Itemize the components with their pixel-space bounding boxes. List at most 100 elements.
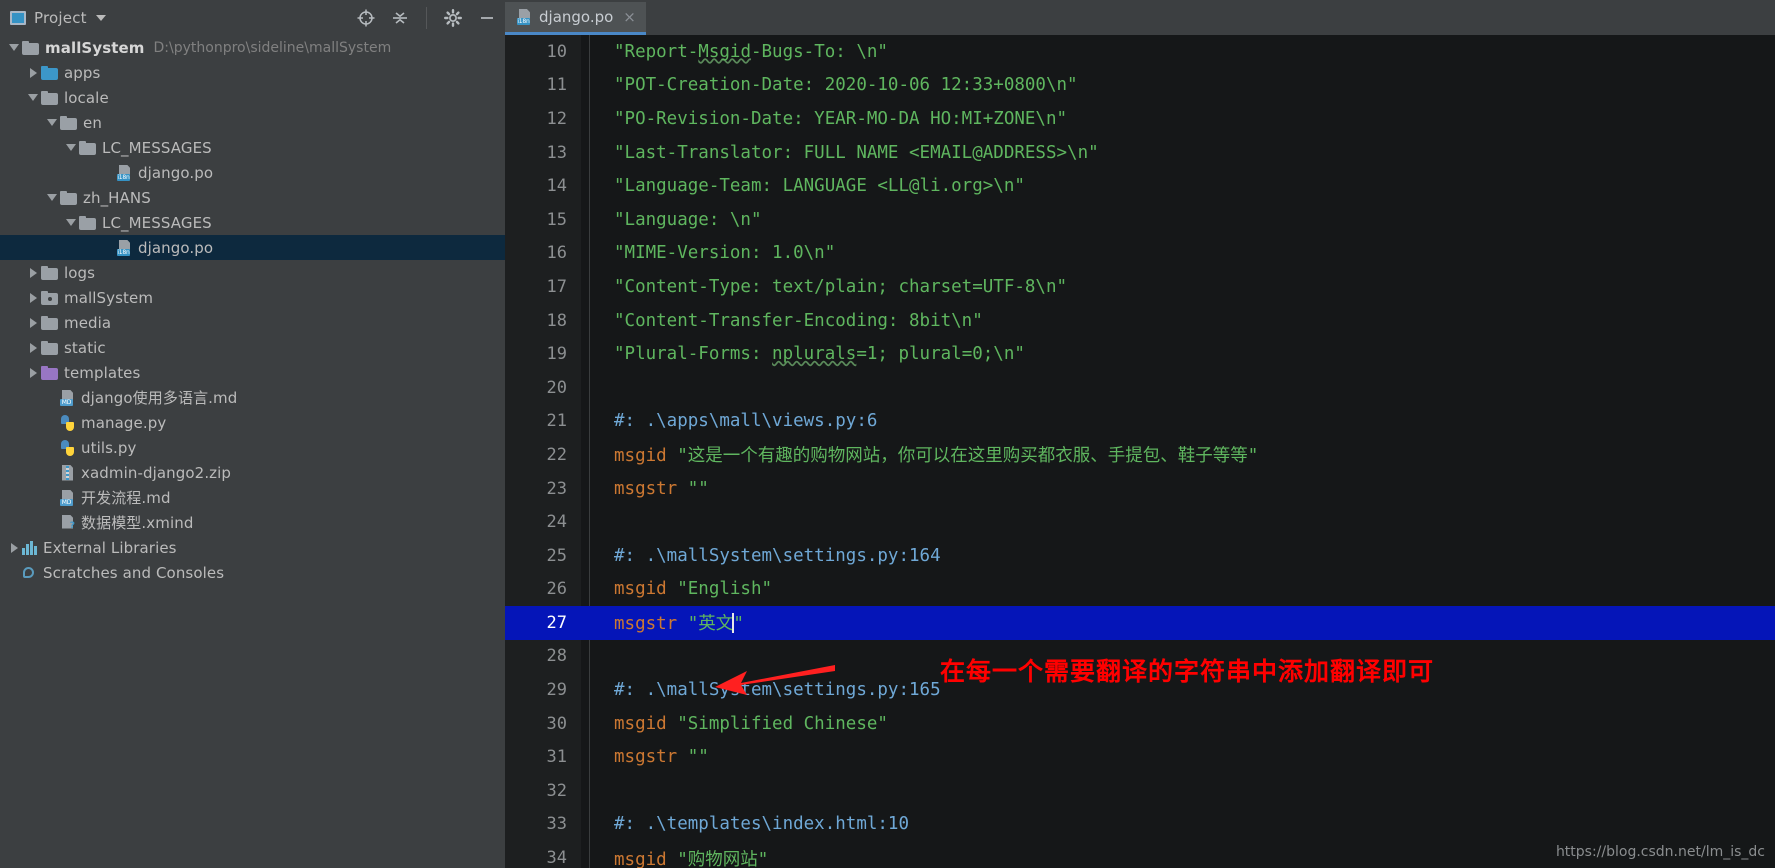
chevron-right-icon[interactable] (25, 340, 41, 356)
tree-item-django.md[interactable]: MD django使用多语言.md (0, 385, 505, 410)
chevron-right-icon[interactable] (25, 365, 41, 381)
tree-item-django.po[interactable]: i18n django.po (0, 235, 505, 260)
line-number: 26 (546, 579, 567, 600)
python-file-icon (60, 439, 75, 456)
code-line[interactable]: 13 "Last-Translator: FULL NAME <EMAIL@ADD… (505, 136, 1775, 170)
tree-item-django.po[interactable]: i18n django.po (0, 160, 505, 185)
tree-item-static[interactable]: static (0, 335, 505, 360)
tree-item-label: mallSystem (45, 38, 145, 57)
library-icon (22, 540, 37, 555)
chevron-right-icon[interactable] (25, 265, 41, 281)
ide-window: Project i18n django.po × mallSystem D:\p… (0, 0, 1775, 868)
code-line[interactable]: 11 "POT-Creation-Date: 2020-10-06 12:33+0… (505, 69, 1775, 103)
code-line[interactable]: 17 "Content-Type: text/plain; charset=UTF… (505, 270, 1775, 304)
chevron-right-icon[interactable] (25, 65, 41, 81)
code-line[interactable]: 31 msgstr "" (505, 740, 1775, 774)
chevron-down-icon[interactable] (63, 140, 79, 156)
tree-item-logs[interactable]: logs (0, 260, 505, 285)
chevron-right-icon[interactable] (6, 540, 22, 556)
project-panel-header: Project (0, 0, 505, 35)
code-line[interactable]: 16 "MIME-Version: 1.0\n" (505, 237, 1775, 271)
code-text: "Content-Transfer-Encoding: 8bit\n" (581, 311, 983, 331)
tree-item-label: logs (64, 263, 96, 282)
tree-item-LC_MESSAGES[interactable]: LC_MESSAGES (0, 135, 505, 160)
tree-item-xadmin-django2.zip[interactable]: xadmin-django2.zip (0, 460, 505, 485)
collapse-all-icon[interactable] (390, 8, 410, 28)
tree-item-LC_MESSAGES[interactable]: LC_MESSAGES (0, 210, 505, 235)
chevron-down-icon[interactable] (25, 90, 41, 106)
code-line[interactable]: 14 "Language-Team: LANGUAGE <LL@li.org>\n… (505, 169, 1775, 203)
gear-icon[interactable] (443, 8, 463, 28)
line-number: 29 (546, 680, 567, 701)
tree-item-mallSystem[interactable]: mallSystem D:\pythonpro\sideline\mallSyst… (0, 35, 505, 60)
tree-item-manage.py[interactable]: manage.py (0, 410, 505, 435)
code-line[interactable]: 30 msgid "Simplified Chinese" (505, 707, 1775, 741)
code-line[interactable]: 12 "PO-Revision-Date: YEAR-MO-DA HO:MI+ZO… (505, 102, 1775, 136)
chevron-down-icon[interactable] (44, 190, 60, 206)
code-line[interactable]: 20 (505, 371, 1775, 405)
tree-item-media[interactable]: media (0, 310, 505, 335)
folder-icon (22, 40, 39, 55)
tree-item-utils.py[interactable]: utils.py (0, 435, 505, 460)
code-text: "POT-Creation-Date: 2020-10-06 12:33+080… (581, 75, 1078, 95)
code-line[interactable]: 33 #: .\templates\index.html:10 (505, 808, 1775, 842)
code-token: -Bugs-To: \n" (750, 41, 888, 62)
code-token: #: .\mallSystem\settings.py:164 (614, 545, 941, 566)
code-line[interactable]: 32 (505, 774, 1775, 808)
code-token: msgid (614, 713, 678, 734)
code-token: nplurals (772, 344, 857, 365)
code-line[interactable]: 15 "Language: \n" (505, 203, 1775, 237)
chevron-down-icon[interactable] (95, 14, 106, 21)
code-token: msgid (614, 446, 678, 467)
chevron-down-icon[interactable] (63, 215, 79, 231)
tree-item-label: 数据模型.xmind (81, 514, 194, 532)
project-icon (10, 10, 26, 25)
line-number: 20 (546, 377, 567, 398)
code-line[interactable]: 10 "Report-Msgid-Bugs-To: \n" (505, 35, 1775, 69)
code-line[interactable]: 26 msgid "English" (505, 573, 1775, 607)
line-number: 12 (546, 108, 567, 129)
code-line[interactable]: 21 #: .\apps\mall\views.py:6 (505, 405, 1775, 439)
tree-item-locale[interactable]: locale (0, 85, 505, 110)
tree-item-ScratchesandConsoles[interactable]: Scratches and Consoles (0, 560, 505, 585)
folder-icon (41, 340, 58, 355)
code-line[interactable]: 23 msgstr "" (505, 472, 1775, 506)
editor-code-lines[interactable]: 10 "Report-Msgid-Bugs-To: \n" 11 "POT-Creat… (505, 35, 1775, 868)
project-tree[interactable]: mallSystem D:\pythonpro\sideline\mallSyst… (0, 35, 505, 868)
tree-item-.md[interactable]: MD 开发流程.md (0, 485, 505, 510)
tree-item-.xmind[interactable]: ? 数据模型.xmind (0, 510, 505, 535)
code-text: "Plural-Forms: nplurals=1; plural=0;\n" (581, 344, 1025, 364)
tree-item-ExternalLibraries[interactable]: External Libraries (0, 535, 505, 560)
code-token: msgid (614, 579, 678, 600)
tree-item-zh_HANS[interactable]: zh_HANS (0, 185, 505, 210)
code-line[interactable]: 27 msgstr "英文" (505, 606, 1775, 640)
code-line[interactable]: 22 msgid "这是一个有趣的购物网站，你可以在这里购买都衣服、手提包、鞋子等… (505, 438, 1775, 472)
minimize-icon[interactable] (477, 8, 497, 28)
tree-item-en[interactable]: en (0, 110, 505, 135)
tree-item-apps[interactable]: apps (0, 60, 505, 85)
tree-item-label: templates (64, 363, 141, 382)
tree-item-label: django.po (138, 238, 214, 257)
tree-item-mallSystem[interactable]: mallSystem (0, 285, 505, 310)
code-token: "Language-Team: LANGUAGE <LL@li.org>\n" (614, 176, 1025, 197)
target-icon[interactable] (356, 8, 376, 28)
code-line[interactable]: 19 "Plural-Forms: nplurals=1; plural=0;\n… (505, 337, 1775, 371)
code-line[interactable]: 25 #: .\mallSystem\settings.py:164 (505, 539, 1775, 573)
chevron-down-icon[interactable] (6, 40, 22, 56)
code-editor[interactable]: 10 "Report-Msgid-Bugs-To: \n" 11 "POT-Creat… (505, 35, 1775, 868)
line-number: 33 (546, 814, 567, 835)
code-line[interactable]: 18 "Content-Transfer-Encoding: 8bit\n" (505, 304, 1775, 338)
tree-item-templates[interactable]: templates (0, 360, 505, 385)
tree-item-label: apps (64, 63, 101, 82)
editor-tab-bar: i18n django.po × (505, 0, 1775, 35)
chevron-right-icon[interactable] (25, 290, 41, 306)
chevron-right-icon[interactable] (25, 315, 41, 331)
line-number: 34 (546, 848, 567, 868)
editor-tab-django-po[interactable]: i18n django.po × (505, 2, 646, 35)
scratches-icon (22, 565, 37, 580)
close-icon[interactable]: × (623, 9, 636, 25)
chevron-down-icon[interactable] (44, 115, 60, 131)
code-text: "Language-Team: LANGUAGE <LL@li.org>\n" (581, 176, 1025, 196)
code-line[interactable]: 24 (505, 505, 1775, 539)
